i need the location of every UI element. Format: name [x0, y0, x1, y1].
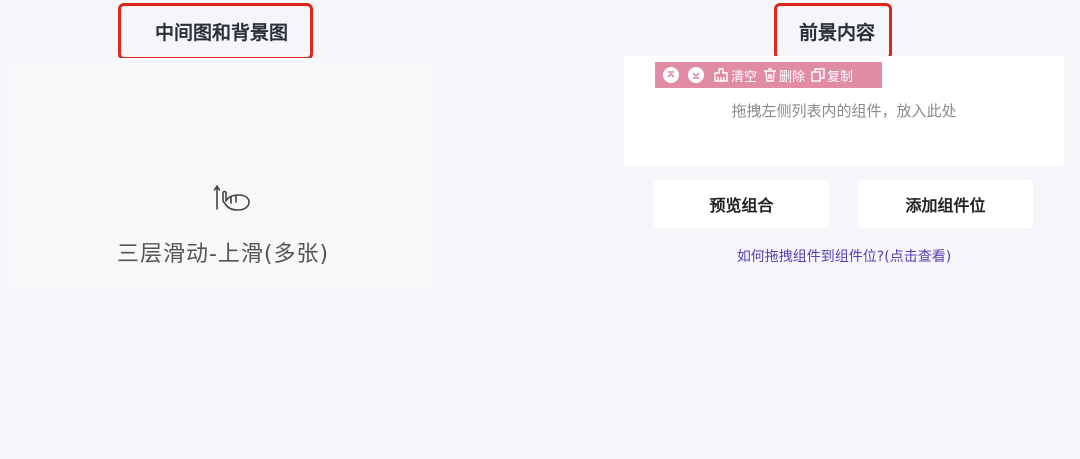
preview-combination-button[interactable]: 预览组合 [654, 180, 829, 228]
drop-hint: 拖拽左侧列表内的组件，放入此处 [731, 102, 957, 120]
middle-background-heading-text: 中间图和背景图 [154, 22, 288, 44]
slot-toolbar: 清空 删除 复制 [655, 62, 882, 88]
copy-icon [811, 68, 825, 82]
preview-caption: 三层滑动-上滑(多张) [116, 242, 330, 267]
delete-button[interactable]: 删除 [763, 66, 805, 85]
delete-label: 删除 [779, 69, 806, 85]
editor-stage: 中间图和背景图 三层滑动-上滑(多张) 前景内容 清空 删除 复制 拖拽左侧列表… [0, 0, 1080, 459]
foreground-heading-text: 前景内容 [798, 22, 875, 44]
foreground-heading: 前景内容 [774, 3, 892, 60]
broom-icon [714, 68, 728, 82]
chevron-down-circle-icon[interactable] [688, 67, 704, 83]
drag-help-link[interactable]: 如何拖拽组件到组件位?(点击查看) [654, 246, 1034, 266]
chevron-up-circle-icon[interactable] [663, 67, 679, 83]
middle-background-heading: 中间图和背景图 [118, 3, 313, 60]
clear-label: 清空 [731, 69, 758, 85]
copy-button[interactable]: 复制 [811, 66, 853, 85]
trash-icon [764, 68, 777, 82]
clear-button[interactable]: 清空 [713, 66, 757, 85]
add-slot-button[interactable]: 添加组件位 [858, 180, 1033, 228]
copy-label: 复制 [827, 69, 854, 85]
swipe-up-hand-icon [213, 185, 250, 211]
preview-card[interactable]: 三层滑动-上滑(多张) [8, 58, 438, 290]
